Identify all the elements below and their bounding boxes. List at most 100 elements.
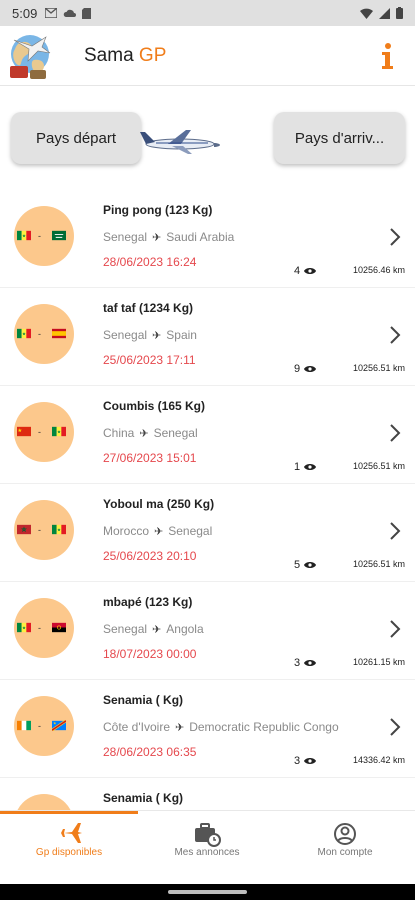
chevron-right-icon: [390, 228, 401, 246]
route-to: Angola: [166, 622, 204, 636]
globe-logo-icon: [10, 34, 51, 79]
flag-morocco-icon: [17, 524, 31, 535]
flag-separator: -: [38, 623, 41, 633]
listing-title: Coumbis (165 Kg): [103, 399, 206, 413]
arrival-country-label: Pays d'arriv...: [294, 129, 385, 147]
flag-saudi-arabia-icon: [52, 230, 66, 241]
listing-route: Senegal ✈ Angola: [103, 622, 204, 636]
listing-route: China ✈ Senegal: [103, 426, 198, 440]
list-item[interactable]: - Senamia ( Kg) Côte d'Ivoire ✈ Democratic…: [0, 680, 415, 778]
route-plane-icon: ✈: [154, 525, 164, 538]
route-to: Senegal: [153, 426, 198, 440]
listing-route: Morocco ✈ Senegal: [103, 524, 212, 538]
tab-label: Mon compte: [317, 847, 373, 858]
eye-icon: [304, 660, 317, 666]
list-item[interactable]: - taf taf (1234 Kg) Senegal ✈ Spain 25/06/…: [0, 288, 415, 386]
route-from: Morocco: [103, 524, 150, 538]
status-system-icons: [360, 7, 403, 19]
listing-date: 28/06/2023 06:35: [103, 745, 197, 759]
view-count: 4: [294, 265, 317, 277]
sim-card-icon: [82, 7, 92, 19]
chevron-right-icon: [390, 718, 401, 736]
flag-separator: -: [38, 721, 41, 731]
list-item[interactable]: - Ping pong (123 Kg) Senegal ✈ Saudi Arabi…: [0, 190, 415, 288]
status-notification-icons: [45, 7, 92, 19]
view-count-value: 9: [294, 363, 301, 375]
listing-title: Yoboul ma (250 Kg): [103, 497, 215, 511]
app-title: Sama GP: [84, 45, 166, 67]
flag-senegal-icon: [52, 426, 66, 437]
info-icon: [382, 43, 393, 69]
list-item[interactable]: Senamia ( Kg): [0, 778, 415, 810]
listing-title: Senamia ( Kg): [103, 791, 184, 805]
view-count-value: 4: [294, 265, 301, 277]
listing-date: 18/07/2023 00:00: [103, 647, 197, 661]
gp-listings: - Ping pong (123 Kg) Senegal ✈ Saudi Arabi…: [0, 190, 415, 810]
list-item[interactable]: - mbapé (123 Kg) Senegal ✈ Angola 18/07/20…: [0, 582, 415, 680]
account-icon: [334, 823, 356, 845]
eye-icon: [304, 366, 317, 372]
view-count: 3: [294, 755, 317, 767]
route-from: Senegal: [103, 230, 148, 244]
view-count: 5: [294, 559, 317, 571]
flag-spain-icon: [52, 328, 66, 339]
tab-mes-annonces[interactable]: Mes annonces: [138, 811, 276, 885]
flag-senegal-icon: [17, 328, 31, 339]
route-plane-icon: ✈: [139, 427, 149, 440]
status-time: 5:09: [12, 5, 38, 21]
route-to: Senegal: [168, 524, 213, 538]
route-from: China: [103, 426, 135, 440]
route-plane-icon: ✈: [152, 329, 162, 342]
flag-separator: -: [38, 427, 41, 437]
system-gesture-bar: [0, 884, 415, 900]
list-item[interactable]: - Yoboul ma (250 Kg) Morocco ✈ Senegal 25/…: [0, 484, 415, 582]
tab-gp-disponibles[interactable]: Gp disponibles: [0, 811, 138, 885]
app-title-accent: GP: [138, 44, 167, 66]
suitcase-clock-icon: [195, 823, 221, 847]
signal-icon: [379, 7, 390, 19]
listing-date: 25/06/2023 20:10: [103, 549, 197, 563]
route-from: Senegal: [103, 328, 148, 342]
listing-title: mbapé (123 Kg): [103, 595, 193, 609]
eye-icon: [304, 758, 317, 764]
route-to: Democratic Republic Congo: [189, 720, 339, 734]
listing-title: taf taf (1234 Kg): [103, 301, 194, 315]
view-count-value: 3: [294, 755, 301, 767]
route-from: Senegal: [103, 622, 148, 636]
departure-country-button[interactable]: Pays départ: [11, 112, 141, 164]
route-flags-avatar: -: [14, 402, 74, 462]
status-bar: 5:09: [0, 0, 415, 26]
listing-route: Senegal ✈ Spain: [103, 328, 197, 342]
view-count-value: 1: [294, 461, 301, 473]
view-count-value: 3: [294, 657, 301, 669]
airplane-icon: [140, 130, 220, 154]
eye-icon: [304, 464, 317, 470]
flag-separator: -: [38, 329, 41, 339]
chevron-right-icon: [390, 424, 401, 442]
listing-distance: 10256.51 km: [352, 559, 405, 569]
listing-title: Senamia ( Kg): [103, 693, 184, 707]
flag-separator: -: [38, 231, 41, 241]
view-count: 1: [294, 461, 317, 473]
flag-senegal-icon: [17, 230, 31, 241]
gmail-icon: [45, 7, 58, 18]
chevron-right-icon: [390, 620, 401, 638]
list-item[interactable]: - Coumbis (165 Kg) China ✈ Senegal 27/06/2…: [0, 386, 415, 484]
route-to: Saudi Arabia: [166, 230, 235, 244]
route-flags-avatar: -: [14, 696, 74, 756]
app-logo: [8, 30, 54, 82]
eye-icon: [304, 562, 317, 568]
listing-title: Ping pong (123 Kg): [103, 203, 213, 217]
tab-mon-compte[interactable]: Mon compte: [276, 811, 414, 885]
home-gesture-handle[interactable]: [168, 890, 247, 894]
view-count: 9: [294, 363, 317, 375]
arrival-country-button[interactable]: Pays d'arriv...: [274, 112, 405, 164]
route-flags-avatar: -: [14, 598, 74, 658]
route-flags-avatar: -: [14, 206, 74, 266]
info-button[interactable]: [377, 40, 397, 72]
chevron-right-icon: [390, 326, 401, 344]
route-from: Côte d'Ivoire: [103, 720, 170, 734]
listing-date: 27/06/2023 15:01: [103, 451, 197, 465]
route-plane-icon: ✈: [152, 231, 162, 244]
flag-senegal-icon: [17, 622, 31, 633]
